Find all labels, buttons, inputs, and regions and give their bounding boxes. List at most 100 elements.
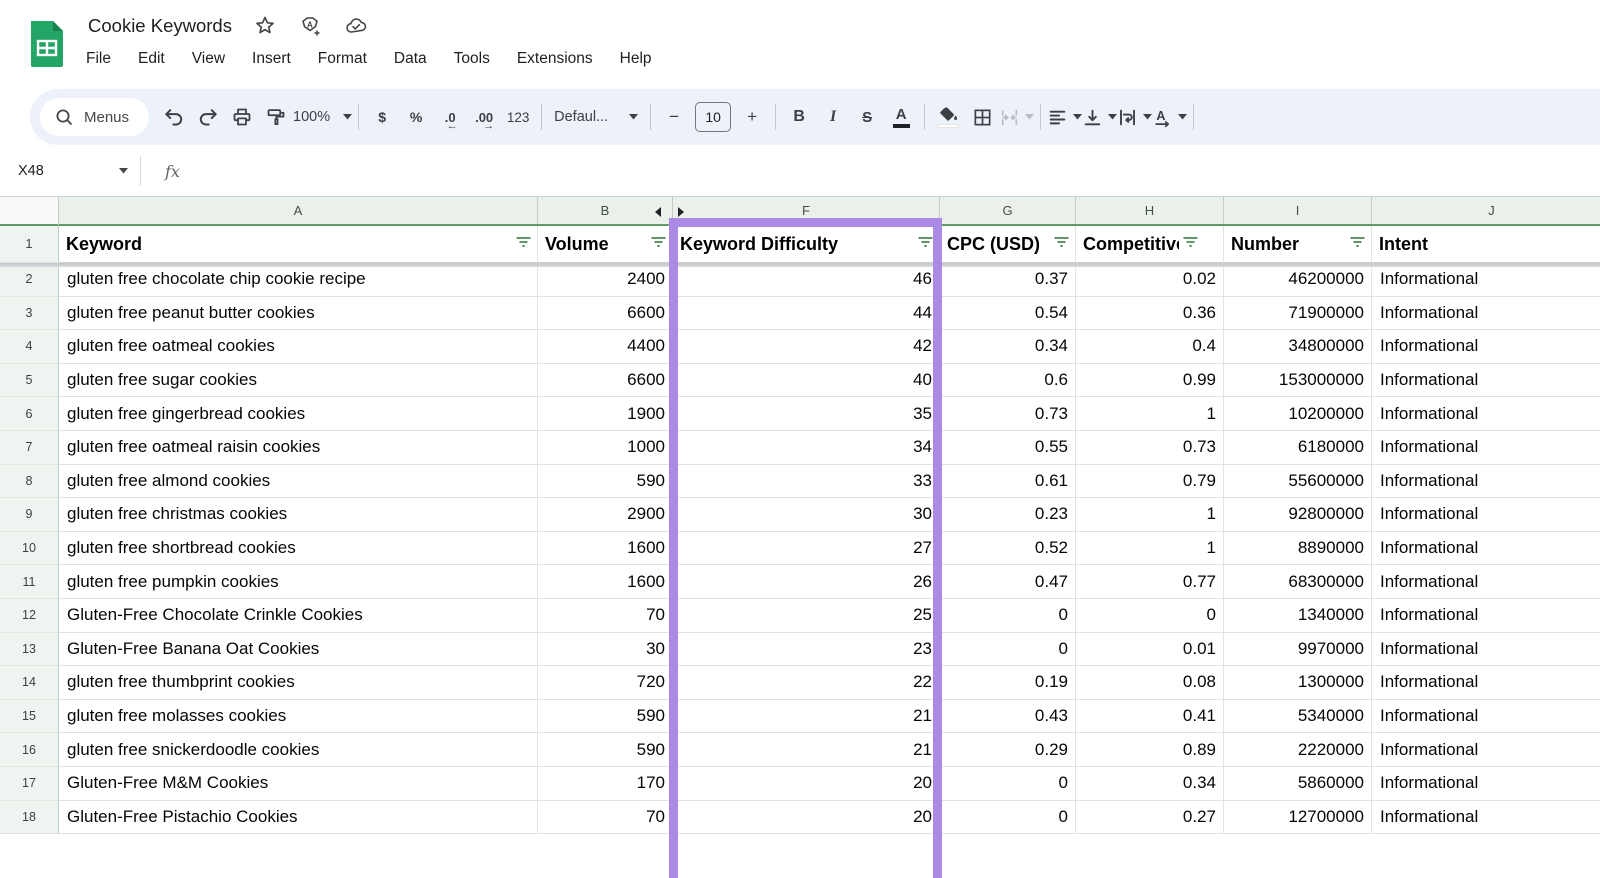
header-cell-volume[interactable]: Volume xyxy=(538,226,673,263)
cell-A4[interactable]: gluten free oatmeal cookies xyxy=(59,330,538,364)
cell-H6[interactable]: 1 xyxy=(1076,397,1224,431)
row-number-13[interactable]: 13 xyxy=(0,633,59,667)
format-currency-button[interactable]: $ xyxy=(365,99,399,135)
cell-J16[interactable]: Informational xyxy=(1372,733,1600,767)
cell-B16[interactable]: 590 xyxy=(538,733,673,767)
cell-A7[interactable]: gluten free oatmeal raisin cookies xyxy=(59,431,538,465)
cell-B15[interactable]: 590 xyxy=(538,700,673,734)
cell-H14[interactable]: 0.08 xyxy=(1076,666,1224,700)
cell-A12[interactable]: Gluten-Free Chocolate Crinkle Cookies xyxy=(59,599,538,633)
cell-A16[interactable]: gluten free snickerdoodle cookies xyxy=(59,733,538,767)
cell-H2[interactable]: 0.02 xyxy=(1076,263,1224,297)
cell-A6[interactable]: gluten free gingerbread cookies xyxy=(59,397,538,431)
cell-F14[interactable]: 22 xyxy=(673,666,940,700)
header-cell-cpc-usd[interactable]: CPC (USD) xyxy=(940,226,1076,263)
column-header-H[interactable]: H xyxy=(1076,197,1224,224)
cell-J13[interactable]: Informational xyxy=(1372,633,1600,667)
cell-A3[interactable]: gluten free peanut butter cookies xyxy=(59,297,538,331)
cell-F5[interactable]: 40 xyxy=(673,364,940,398)
cell-G14[interactable]: 0.19 xyxy=(940,666,1076,700)
redo-button[interactable] xyxy=(191,99,225,135)
cell-F16[interactable]: 21 xyxy=(673,733,940,767)
cell-J12[interactable]: Informational xyxy=(1372,599,1600,633)
header-cell-keyword-difficulty[interactable]: Keyword Difficulty xyxy=(673,226,940,263)
cell-H13[interactable]: 0.01 xyxy=(1076,633,1224,667)
row-number-7[interactable]: 7 xyxy=(0,431,59,465)
cell-F18[interactable]: 20 xyxy=(673,801,940,835)
cell-I7[interactable]: 6180000 xyxy=(1224,431,1372,465)
cell-I13[interactable]: 9970000 xyxy=(1224,633,1372,667)
cell-A13[interactable]: Gluten-Free Banana Oat Cookies xyxy=(59,633,538,667)
formula-input[interactable] xyxy=(180,146,1600,196)
cell-J8[interactable]: Informational xyxy=(1372,465,1600,499)
header-cell-competitive-density[interactable]: Competitive Density xyxy=(1076,226,1224,263)
column-header-J[interactable]: J xyxy=(1372,197,1600,224)
cell-B4[interactable]: 4400 xyxy=(538,330,673,364)
cell-H5[interactable]: 0.99 xyxy=(1076,364,1224,398)
increase-font-size-button[interactable]: + xyxy=(735,99,769,135)
cell-F7[interactable]: 34 xyxy=(673,431,940,465)
cell-I9[interactable]: 92800000 xyxy=(1224,498,1372,532)
cell-H10[interactable]: 1 xyxy=(1076,532,1224,566)
star-icon[interactable] xyxy=(254,15,276,37)
cell-B2[interactable]: 2400 xyxy=(538,263,673,297)
cell-F11[interactable]: 26 xyxy=(673,565,940,599)
row-number-6[interactable]: 6 xyxy=(0,397,59,431)
menu-edit[interactable]: Edit xyxy=(138,50,165,68)
row-number-8[interactable]: 8 xyxy=(0,465,59,499)
cell-H11[interactable]: 0.77 xyxy=(1076,565,1224,599)
select-all-corner[interactable] xyxy=(0,197,59,226)
text-color-button[interactable]: A xyxy=(884,99,918,135)
cell-B7[interactable]: 1000 xyxy=(538,431,673,465)
decrease-decimal-button[interactable]: .0← xyxy=(433,99,467,135)
font-family-select[interactable]: Defaul... xyxy=(548,99,644,135)
cell-J5[interactable]: Informational xyxy=(1372,364,1600,398)
increase-decimal-button[interactable]: .00→ xyxy=(467,99,501,135)
cell-A14[interactable]: gluten free thumbprint cookies xyxy=(59,666,538,700)
row-number-9[interactable]: 9 xyxy=(0,498,59,532)
row-number-12[interactable]: 12 xyxy=(0,599,59,633)
cell-G3[interactable]: 0.54 xyxy=(940,297,1076,331)
cell-G15[interactable]: 0.43 xyxy=(940,700,1076,734)
cell-A17[interactable]: Gluten-Free M&M Cookies xyxy=(59,767,538,801)
cell-B10[interactable]: 1600 xyxy=(538,532,673,566)
cell-A8[interactable]: gluten free almond cookies xyxy=(59,465,538,499)
cell-G9[interactable]: 0.23 xyxy=(940,498,1076,532)
cell-F8[interactable]: 33 xyxy=(673,465,940,499)
cell-I8[interactable]: 55600000 xyxy=(1224,465,1372,499)
menu-extensions[interactable]: Extensions xyxy=(517,50,593,68)
horizontal-align-button[interactable] xyxy=(1047,99,1082,135)
font-size-input[interactable]: 10 xyxy=(695,102,731,132)
filter-icon[interactable] xyxy=(1181,234,1200,255)
cell-I3[interactable]: 71900000 xyxy=(1224,297,1372,331)
cell-J15[interactable]: Informational xyxy=(1372,700,1600,734)
print-button[interactable] xyxy=(225,99,259,135)
cell-B6[interactable]: 1900 xyxy=(538,397,673,431)
cell-B13[interactable]: 30 xyxy=(538,633,673,667)
cell-F6[interactable]: 35 xyxy=(673,397,940,431)
cell-I11[interactable]: 68300000 xyxy=(1224,565,1372,599)
filter-icon[interactable] xyxy=(514,234,533,255)
cell-H15[interactable]: 0.41 xyxy=(1076,700,1224,734)
italic-button[interactable]: I xyxy=(816,99,850,135)
cell-G12[interactable]: 0 xyxy=(940,599,1076,633)
row-number-16[interactable]: 16 xyxy=(0,733,59,767)
cell-G17[interactable]: 0 xyxy=(940,767,1076,801)
cell-I14[interactable]: 1300000 xyxy=(1224,666,1372,700)
cell-G10[interactable]: 0.52 xyxy=(940,532,1076,566)
row-number-10[interactable]: 10 xyxy=(0,532,59,566)
bold-button[interactable]: B xyxy=(782,99,816,135)
filter-icon[interactable] xyxy=(1052,234,1071,255)
cell-B5[interactable]: 6600 xyxy=(538,364,673,398)
cell-G5[interactable]: 0.6 xyxy=(940,364,1076,398)
cell-I17[interactable]: 5860000 xyxy=(1224,767,1372,801)
cell-I5[interactable]: 153000000 xyxy=(1224,364,1372,398)
strikethrough-button[interactable]: S xyxy=(850,99,884,135)
menu-file[interactable]: File xyxy=(86,50,111,68)
undo-button[interactable] xyxy=(157,99,191,135)
header-cell-keyword[interactable]: Keyword xyxy=(59,226,538,263)
cell-F9[interactable]: 30 xyxy=(673,498,940,532)
filter-icon[interactable] xyxy=(649,234,668,255)
cell-A10[interactable]: gluten free shortbread cookies xyxy=(59,532,538,566)
google-sheets-logo[interactable] xyxy=(28,19,66,69)
